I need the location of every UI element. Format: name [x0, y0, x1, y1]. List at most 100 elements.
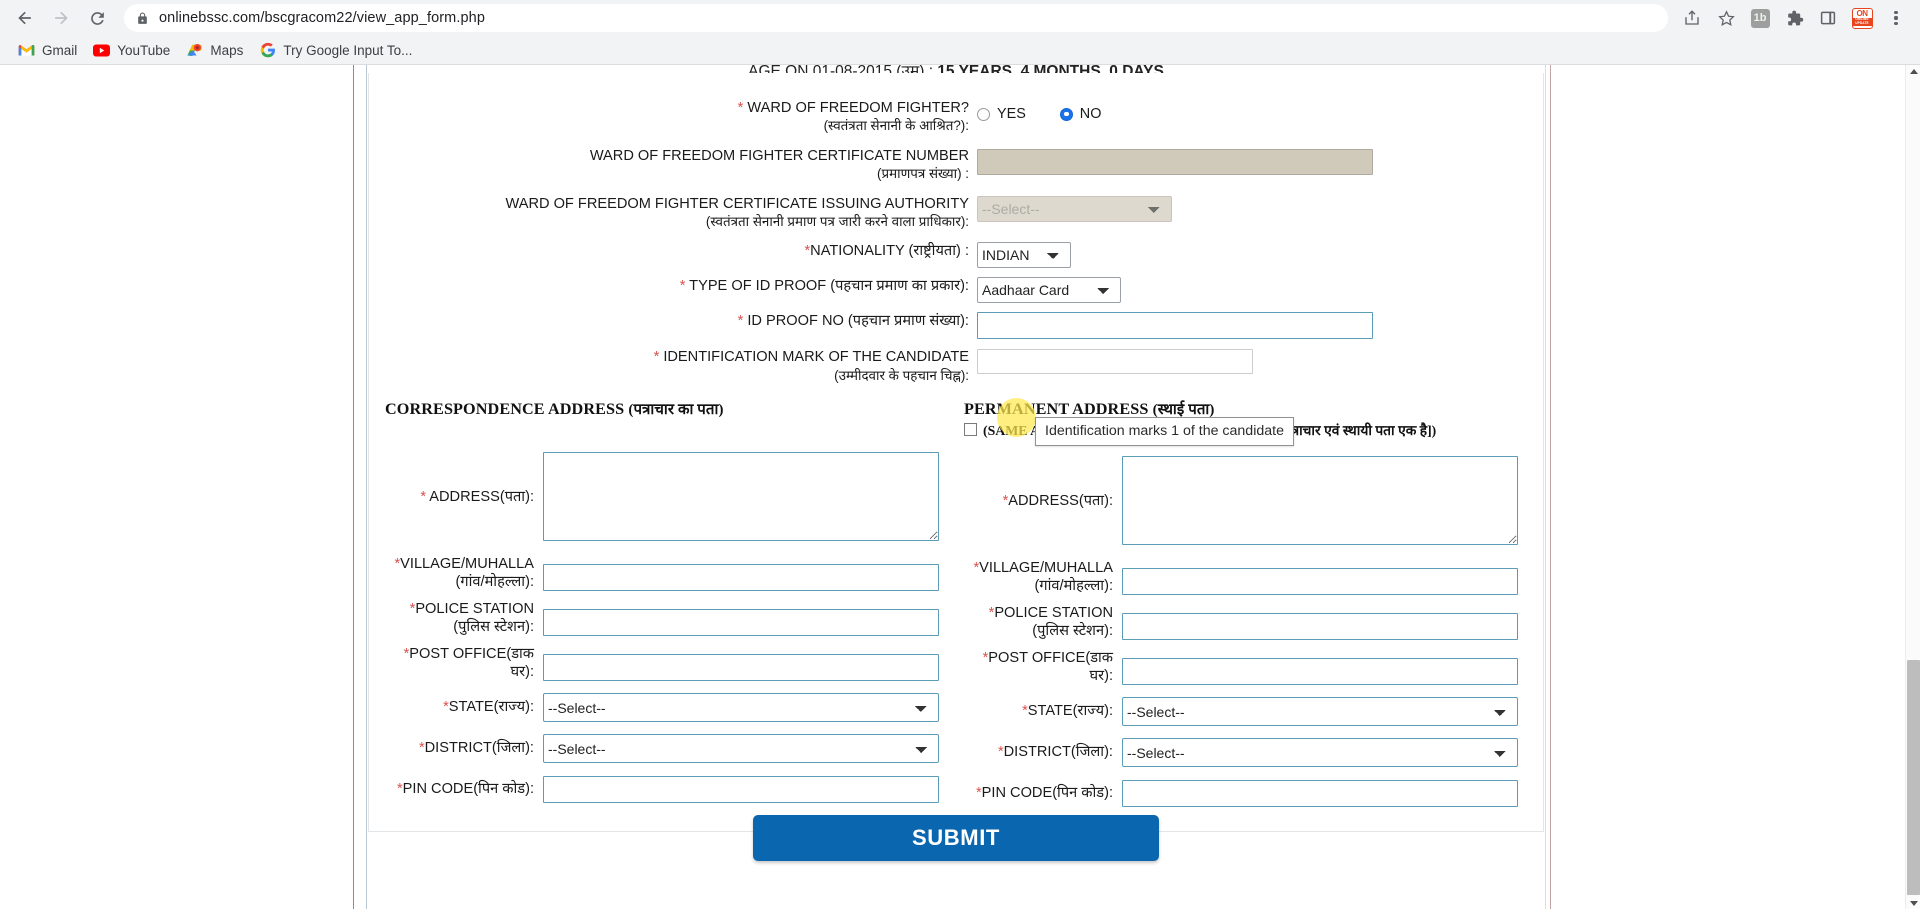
select-nationality[interactable]: INDIAN: [977, 242, 1071, 269]
page-frame-left-rule-2: [366, 65, 367, 909]
label-nationality: *NATIONALITY (राष्ट्रीयता) :: [369, 242, 977, 260]
label-en: POST OFFICE(डाक: [988, 649, 1113, 666]
label-state: *STATE(राज्य):: [964, 697, 1122, 720]
radio-option-yes[interactable]: YES: [977, 106, 1026, 122]
radio-option-no[interactable]: NO: [1059, 106, 1102, 122]
input-correspondence-village-muhalla[interactable]: [543, 564, 939, 591]
reload-icon[interactable]: [80, 1, 114, 35]
label-en: WARD OF FREEDOM FIGHTER?: [747, 100, 969, 116]
label-hi: (गांव/मोहल्ला):: [455, 574, 534, 591]
bookmark-google-input-tools[interactable]: Try Google Input To...: [251, 39, 420, 62]
label-en: POLICE STATION: [415, 600, 534, 617]
label-en: ADDRESS(पता):: [429, 489, 534, 505]
online-update-extension-icon[interactable]: ON ONLINE UPDATE: [1846, 2, 1878, 34]
browser-toolbar: onlinebssc.com/bscgracom22/view_app_form…: [0, 0, 1920, 36]
label-state: *STATE(राज्य):: [385, 693, 543, 716]
field-row-post-office: *POST OFFICE(डाक घर):: [964, 649, 1543, 686]
label-en: PIN CODE(पिन कोड):: [981, 785, 1113, 802]
select-permanent-state[interactable]: --Select--: [1122, 697, 1518, 727]
field-row-police-station: *POLICE STATION (पुलिस स्टेशन):: [385, 600, 964, 637]
bookmark-label: Try Google Input To...: [283, 42, 413, 58]
page-frame-left-rule: [353, 65, 354, 909]
input-permanent-village-muhalla[interactable]: [1122, 568, 1518, 595]
field-row-nationality: *NATIONALITY (राष्ट्रीयता) : INDIAN: [369, 242, 1543, 269]
label-hi: (स्वतंत्रता सेनानी प्रमाण पत्र जारी करने…: [705, 213, 969, 229]
required-asterisk: *: [679, 278, 686, 295]
extension-badge-icon[interactable]: 1b: [1744, 2, 1776, 34]
input-correspondence-pin-code[interactable]: [543, 776, 939, 804]
required-asterisk: *: [737, 313, 744, 330]
input-wff-certificate-number[interactable]: [977, 148, 1373, 175]
field-row-type-of-id-proof: * TYPE OF ID PROOF (पहचान प्रमाण का प्रक…: [369, 277, 1543, 304]
title-hi: (पत्राचार का पता): [628, 402, 724, 418]
radio-no-label: NO: [1079, 106, 1102, 122]
select-correspondence-state[interactable]: --Select--: [543, 693, 939, 723]
address-grid: * ADDRESS(पता): *VILLAGE/MUHALLA (गांव/म…: [369, 452, 1543, 808]
field-row-post-office: *POST OFFICE(डाक घर):: [385, 645, 964, 682]
label-hi: घर):: [1089, 667, 1113, 684]
input-correspondence-police-station[interactable]: [543, 608, 939, 636]
extension-badge-label: 1b: [1750, 8, 1770, 28]
correspondence-address-column: * ADDRESS(पता): *VILLAGE/MUHALLA (गांव/म…: [385, 452, 964, 807]
input-id-proof-no[interactable]: [977, 312, 1373, 340]
address-bar[interactable]: onlinebssc.com/bscgracom22/view_app_form…: [124, 4, 1668, 32]
identification-mark-tooltip: Identification marks 1 of the candidate: [1035, 417, 1294, 446]
select-type-of-id-proof[interactable]: Aadhaar Card: [977, 277, 1121, 304]
page-frame-right-rule: [1550, 65, 1551, 909]
textarea-permanent-address[interactable]: [1122, 456, 1518, 545]
select-correspondence-district[interactable]: --Select--: [543, 734, 939, 764]
label-en: TYPE OF ID PROOF (पहचान प्रमाण का प्रकार…: [689, 278, 969, 295]
bookmarks-bar: Gmail YouTube Maps Try Google Input To..…: [0, 36, 1920, 64]
label-police-station: *POLICE STATION (पुलिस स्टेशन):: [385, 600, 543, 637]
scrollbar-thumb[interactable]: [1907, 660, 1920, 895]
puzzle-extensions-icon[interactable]: [1778, 2, 1810, 34]
label-en: WARD OF FREEDOM FIGHTER CERTIFICATE NUMB…: [589, 147, 969, 164]
side-panel-icon[interactable]: [1812, 2, 1844, 34]
input-permanent-pin-code[interactable]: [1122, 780, 1518, 808]
lock-icon: [136, 12, 149, 25]
label-en: WARD OF FREEDOM FIGHTER CERTIFICATE ISSU…: [505, 195, 969, 212]
bookmark-star-icon[interactable]: [1710, 2, 1742, 34]
label-en: NATIONALITY (राष्ट्रीयता) :: [810, 243, 969, 260]
label-en: ADDRESS(पता):: [1008, 493, 1113, 509]
field-row-id-proof-no: * ID PROOF NO (पहचान प्रमाण संख्या):: [369, 312, 1543, 340]
input-permanent-post-office[interactable]: [1122, 657, 1518, 685]
label-en: STATE(राज्य):: [1027, 703, 1113, 720]
title-en: CORRESPONDENCE ADDRESS: [385, 400, 625, 418]
page-viewport: AGE ON 01-08-2015 (उम्र) : 15 YEARS, 4 M…: [0, 65, 1920, 909]
select-permanent-district[interactable]: --Select--: [1122, 738, 1518, 768]
radio-no-icon[interactable]: [1059, 107, 1073, 121]
radio-group-ward-freedom-fighter: YES NO: [977, 99, 1543, 122]
bookmark-youtube[interactable]: YouTube: [85, 39, 178, 62]
label-hi: घर):: [510, 663, 534, 680]
label-en: STATE(राज्य):: [448, 699, 534, 716]
label-ward-freedom-fighter: * WARD OF FREEDOM FIGHTER? (स्वतंत्रता स…: [369, 99, 977, 136]
bookmark-gmail[interactable]: Gmail: [10, 39, 85, 62]
bookmark-maps[interactable]: Maps: [178, 39, 251, 62]
textarea-correspondence-address[interactable]: [543, 452, 939, 541]
scroll-down-arrow-icon[interactable]: [1909, 901, 1918, 906]
share-icon[interactable]: [1676, 2, 1708, 34]
input-identification-mark[interactable]: [977, 349, 1253, 375]
field-row-police-station: *POLICE STATION (पुलिस स्टेशन):: [964, 604, 1543, 641]
scroll-up-arrow-icon[interactable]: [1909, 69, 1918, 74]
label-en: POST OFFICE(डाक: [409, 645, 534, 662]
label-post-office: *POST OFFICE(डाक घर):: [385, 645, 543, 682]
select-wff-issuing-authority[interactable]: --Select--: [977, 195, 1172, 222]
forward-arrow-icon[interactable]: [44, 1, 78, 35]
radio-yes-icon[interactable]: [977, 107, 990, 121]
checkbox-same-as-correspondence[interactable]: [964, 423, 977, 436]
back-arrow-icon[interactable]: [8, 1, 42, 35]
submit-button[interactable]: SUBMIT: [753, 815, 1159, 861]
page-canvas: AGE ON 01-08-2015 (उम्र) : 15 YEARS, 4 M…: [0, 65, 1905, 909]
label-address: * ADDRESS(पता):: [385, 452, 543, 506]
label-village-muhalla: *VILLAGE/MUHALLA (गांव/मोहल्ला):: [385, 555, 543, 592]
input-correspondence-post-office[interactable]: [543, 653, 939, 681]
bookmark-label: YouTube: [117, 42, 171, 58]
input-permanent-police-station[interactable]: [1122, 612, 1518, 640]
field-row-state: *STATE(राज्य): --Select--: [385, 693, 964, 723]
kebab-menu-icon[interactable]: [1880, 2, 1912, 34]
vertical-scrollbar[interactable]: [1905, 65, 1920, 909]
permanent-address-column: *ADDRESS(पता): *VILLAGE/MUHALLA (गांव/मो…: [964, 456, 1543, 808]
bookmark-label: Maps: [210, 42, 244, 58]
